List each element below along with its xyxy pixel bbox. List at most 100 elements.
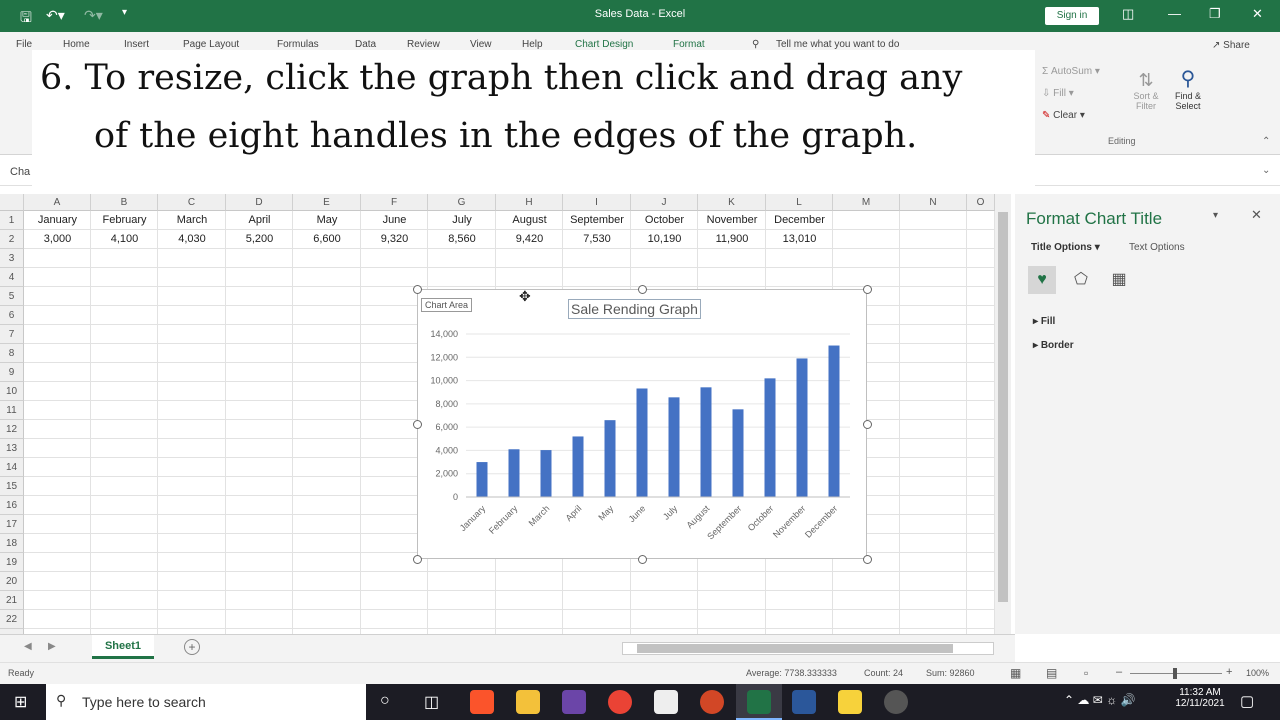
name-box[interactable]: Cha bbox=[10, 166, 30, 178]
row-header-10[interactable]: 10 bbox=[0, 382, 24, 401]
page-break-view-icon[interactable]: ▫ bbox=[1084, 666, 1088, 680]
next-sheet-icon[interactable]: ▶ bbox=[48, 641, 56, 652]
chart-bar-december[interactable] bbox=[828, 345, 840, 497]
notifications-icon[interactable]: ▢ bbox=[1240, 692, 1254, 710]
row-header-7[interactable]: 7 bbox=[0, 325, 24, 344]
normal-view-icon[interactable]: ▦ bbox=[1010, 666, 1021, 680]
jw-app-icon[interactable] bbox=[562, 690, 586, 714]
ribbon-display-icon[interactable]: ◫ bbox=[1122, 6, 1134, 22]
resize-handle-6[interactable] bbox=[413, 555, 422, 564]
column-header-g[interactable]: G bbox=[428, 194, 496, 211]
chart-bar-july[interactable] bbox=[668, 397, 680, 497]
tab-help[interactable]: Help bbox=[522, 39, 543, 50]
tab-file[interactable]: File bbox=[16, 39, 32, 50]
column-header-n[interactable]: N bbox=[900, 194, 967, 211]
clock-app-icon[interactable] bbox=[654, 690, 678, 714]
column-header-f[interactable]: F bbox=[361, 194, 428, 211]
row-header-6[interactable]: 6 bbox=[0, 306, 24, 325]
column-header-b[interactable]: B bbox=[91, 194, 158, 211]
row-header-17[interactable]: 17 bbox=[0, 515, 24, 534]
cell-i1[interactable]: September bbox=[563, 211, 631, 230]
chart-bar-september[interactable] bbox=[732, 409, 744, 497]
resize-handle-4[interactable] bbox=[413, 420, 422, 429]
system-tray-icons[interactable]: ⌃ ☁ ✉ ☼ 🔊 bbox=[1064, 693, 1135, 707]
resize-handle-3[interactable] bbox=[863, 285, 872, 294]
row-header-15[interactable]: 15 bbox=[0, 477, 24, 496]
row-header-20[interactable]: 20 bbox=[0, 572, 24, 591]
clock[interactable]: 11:32 AM 12/11/2021 bbox=[1172, 687, 1228, 709]
chart-bar-october[interactable] bbox=[764, 378, 776, 497]
tab-chart-design[interactable]: Chart Design bbox=[575, 39, 633, 50]
pane-close-icon[interactable]: ✕ bbox=[1251, 207, 1262, 223]
minimize-icon[interactable]: — bbox=[1168, 6, 1181, 21]
brave-browser-icon[interactable] bbox=[470, 690, 494, 714]
resize-handle-2[interactable] bbox=[638, 285, 647, 294]
column-header-e[interactable]: E bbox=[293, 194, 361, 211]
resize-handle-1[interactable] bbox=[413, 285, 422, 294]
row-header-11[interactable]: 11 bbox=[0, 401, 24, 420]
tab-insert[interactable]: Insert bbox=[124, 39, 149, 50]
cell-b2[interactable]: 4,100 bbox=[91, 230, 158, 249]
sticky-notes-icon[interactable] bbox=[838, 690, 862, 714]
cell-j1[interactable]: October bbox=[631, 211, 698, 230]
row-header-19[interactable]: 19 bbox=[0, 553, 24, 572]
cell-c1[interactable]: March bbox=[158, 211, 226, 230]
cell-f1[interactable]: June bbox=[361, 211, 428, 230]
vertical-scrollbar[interactable] bbox=[995, 194, 1011, 634]
clear-button[interactable]: ✎ Clear ▾ bbox=[1042, 110, 1085, 121]
taskbar-search-box[interactable]: ⚲ Type here to search bbox=[46, 684, 366, 720]
chart-bar-may[interactable] bbox=[604, 420, 616, 497]
cell-h2[interactable]: 9,420 bbox=[496, 230, 563, 249]
row-header-21[interactable]: 21 bbox=[0, 591, 24, 610]
row-header-14[interactable]: 14 bbox=[0, 458, 24, 477]
tab-view[interactable]: View bbox=[470, 39, 492, 50]
chart-bar-august[interactable] bbox=[700, 387, 712, 497]
column-header-h[interactable]: H bbox=[496, 194, 563, 211]
select-all-corner[interactable] bbox=[0, 194, 24, 211]
task-view-icon[interactable]: ◫ bbox=[424, 692, 439, 712]
chart-area[interactable]: 0 2,000 4,000 6,000 8,000 10,000 12,000 14,000 J… bbox=[413, 285, 872, 564]
collapse-ribbon-icon[interactable]: ⌃ bbox=[1262, 136, 1270, 147]
prev-sheet-icon[interactable]: ◀ bbox=[24, 641, 32, 652]
row-header-5[interactable]: 5 bbox=[0, 287, 24, 306]
cell-d1[interactable]: April bbox=[226, 211, 293, 230]
cell-d2[interactable]: 5,200 bbox=[226, 230, 293, 249]
file-explorer-icon[interactable] bbox=[516, 690, 540, 714]
excel-taskbar-button[interactable] bbox=[736, 684, 782, 720]
cell-k2[interactable]: 11,900 bbox=[698, 230, 766, 249]
expand-formula-icon[interactable]: ⌄ bbox=[1262, 165, 1270, 176]
cell-f2[interactable]: 9,320 bbox=[361, 230, 428, 249]
row-header-8[interactable]: 8 bbox=[0, 344, 24, 363]
close-icon[interactable]: ✕ bbox=[1252, 6, 1263, 22]
column-header-j[interactable]: J bbox=[631, 194, 698, 211]
obs-icon[interactable] bbox=[884, 690, 908, 714]
resize-handle-5[interactable] bbox=[863, 420, 872, 429]
size-properties-icon[interactable]: ▦ bbox=[1105, 266, 1133, 294]
cell-k1[interactable]: November bbox=[698, 211, 766, 230]
row-header-22[interactable]: 22 bbox=[0, 610, 24, 629]
sort-filter-button[interactable]: ⇅ Sort & Filter bbox=[1128, 70, 1164, 111]
row-header-12[interactable]: 12 bbox=[0, 420, 24, 439]
horizontal-scrollbar[interactable] bbox=[622, 642, 994, 655]
effects-icon[interactable]: ⬠ bbox=[1067, 266, 1095, 294]
cell-i2[interactable]: 7,530 bbox=[563, 230, 631, 249]
tab-title-options[interactable]: Title Options ▾ bbox=[1031, 242, 1100, 253]
tab-home[interactable]: Home bbox=[63, 39, 90, 50]
column-header-k[interactable]: K bbox=[698, 194, 766, 211]
page-layout-view-icon[interactable]: ▤ bbox=[1046, 666, 1057, 680]
row-header-13[interactable]: 13 bbox=[0, 439, 24, 458]
cell-a2[interactable]: 3,000 bbox=[24, 230, 91, 249]
autosum-button[interactable]: Σ AutoSum ▾ bbox=[1042, 66, 1100, 77]
tell-me-box[interactable]: Tell me what you want to do bbox=[776, 39, 899, 50]
column-header-a[interactable]: A bbox=[24, 194, 91, 211]
border-section[interactable]: ▸ Border bbox=[1033, 340, 1074, 351]
tab-review[interactable]: Review bbox=[407, 39, 440, 50]
cell-h1[interactable]: August bbox=[496, 211, 563, 230]
zoom-level[interactable]: 100% bbox=[1246, 668, 1269, 678]
chart-bar-april[interactable] bbox=[572, 436, 584, 497]
column-header-l[interactable]: L bbox=[766, 194, 833, 211]
tab-data[interactable]: Data bbox=[355, 39, 376, 50]
resize-handle-7[interactable] bbox=[638, 555, 647, 564]
cell-e1[interactable]: May bbox=[293, 211, 361, 230]
cell-g1[interactable]: July bbox=[428, 211, 496, 230]
